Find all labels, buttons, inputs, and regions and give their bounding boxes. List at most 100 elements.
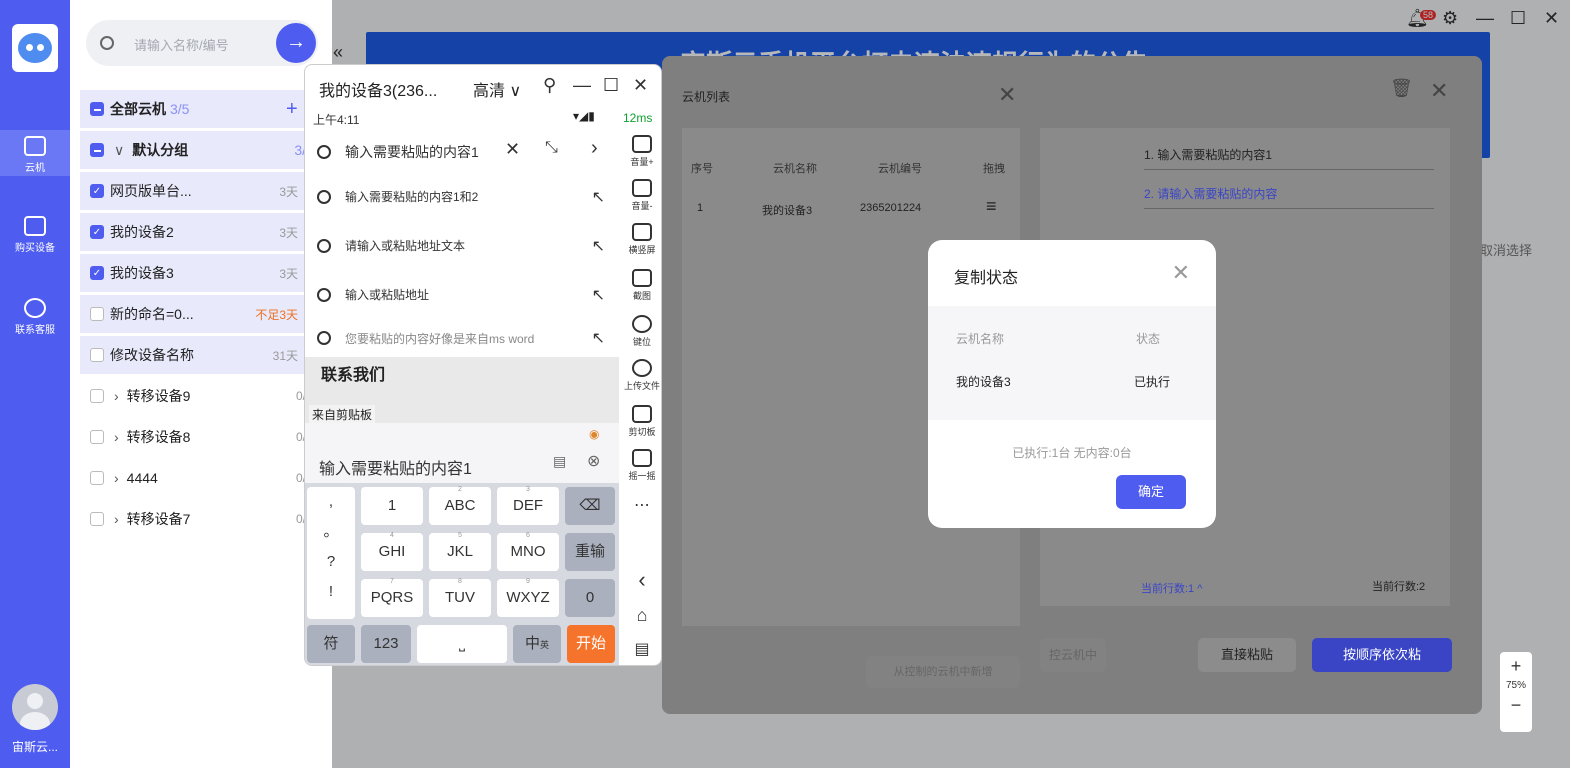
key[interactable]: 8 TUV: [429, 578, 491, 617]
checkbox[interactable]: [90, 307, 104, 321]
rail-item-support[interactable]: 联系客服: [0, 298, 70, 336]
zoom-out-icon[interactable]: −: [1500, 691, 1532, 719]
tool-upload[interactable]: 上传文件: [621, 359, 661, 392]
key[interactable]: 7 PQRS: [361, 578, 423, 617]
checkbox[interactable]: ✓: [90, 225, 104, 239]
reenter-key[interactable]: 重输: [565, 533, 615, 571]
partial-button[interactable]: 控云机中: [1040, 638, 1106, 672]
tool-volume-down[interactable]: 音量-: [621, 179, 661, 212]
key[interactable]: 9 WXYZ: [497, 578, 559, 617]
confirm-button[interactable]: 确定: [1116, 475, 1186, 509]
key[interactable]: 4 GHI: [361, 532, 423, 571]
key[interactable]: 6 MNO: [497, 532, 559, 571]
search-row[interactable]: 输入需要粘贴的内容1 ✕ ⤡ ›: [305, 127, 619, 176]
checkbox[interactable]: [90, 389, 104, 403]
trash-icon[interactable]: 🗑︎: [1390, 78, 1413, 99]
close-icon[interactable]: ✕: [633, 75, 648, 96]
zoom-in-icon[interactable]: +: [1500, 652, 1532, 680]
paste-direct-button[interactable]: 直接粘贴: [1198, 638, 1296, 672]
key[interactable]: ,: [307, 487, 355, 517]
start-key[interactable]: 开始: [567, 625, 615, 663]
close-icon[interactable]: ✕: [1430, 78, 1448, 104]
checkbox[interactable]: [90, 430, 104, 444]
avatar[interactable]: [12, 684, 58, 730]
arrow-up-left-icon[interactable]: ↖: [592, 236, 605, 256]
group-row[interactable]: › 转移设备9 0/: [80, 377, 310, 415]
clear-icon[interactable]: ✕: [505, 139, 520, 160]
chevron-right-icon[interactable]: ›: [591, 137, 598, 160]
expand-icon[interactable]: ⤡: [545, 139, 558, 157]
cancel-select-link[interactable]: 取消选择: [1480, 240, 1532, 259]
tool-rotate[interactable]: 横竖屏: [621, 223, 661, 256]
chevron-down-icon[interactable]: ∨: [114, 142, 124, 159]
close-icon[interactable]: ✕: [998, 82, 1016, 108]
search-go-button[interactable]: →: [276, 23, 316, 63]
key[interactable]: 5 JKL: [429, 532, 491, 571]
language-key[interactable]: 中英: [513, 625, 561, 663]
list-item[interactable]: ✓ 我的设备2 3天: [80, 213, 310, 251]
list-item[interactable]: 2. 请输入需要粘贴的内容: [1144, 185, 1434, 209]
list-item[interactable]: ✓ 网页版单台... 3天: [80, 172, 310, 210]
key[interactable]: 1: [361, 487, 423, 525]
zero-key[interactable]: 0: [565, 579, 615, 617]
tool-volume-up[interactable]: 音量+: [621, 135, 661, 168]
quality-select[interactable]: 高清 ∨: [473, 77, 521, 101]
checkbox[interactable]: ✓: [90, 266, 104, 280]
key[interactable]: 2 ABC: [429, 486, 491, 525]
group-row[interactable]: › 4444 0/: [80, 459, 310, 497]
recent-apps-icon[interactable]: ▤: [621, 639, 661, 659]
key[interactable]: !: [307, 577, 355, 607]
checkbox[interactable]: [90, 471, 104, 485]
symbol-key[interactable]: 符: [307, 625, 355, 663]
space-key[interactable]: ⎵: [417, 625, 507, 663]
list-item[interactable]: 修改设备名称 31天: [80, 336, 310, 374]
group-row[interactable]: › 转移设备8 0/: [80, 418, 310, 456]
delete-circle-icon[interactable]: ⊗: [587, 451, 600, 471]
key[interactable]: ?: [307, 547, 355, 577]
drag-handle-icon[interactable]: ≡: [986, 196, 997, 217]
backspace-key[interactable]: ⌫: [565, 487, 615, 525]
minimize-icon[interactable]: —: [573, 75, 591, 96]
chevron-right-icon[interactable]: ›: [114, 470, 119, 486]
chevron-right-icon[interactable]: ›: [114, 388, 119, 404]
key[interactable]: 3 DEF: [497, 486, 559, 525]
home-icon[interactable]: ⌂: [621, 605, 661, 626]
tool-clipboard[interactable]: 剪切板: [621, 405, 661, 438]
maximize-icon[interactable]: ☐: [603, 75, 619, 96]
paste-sequence-button[interactable]: 按顺序依次粘: [1312, 638, 1452, 672]
arrow-up-left-icon[interactable]: ↖: [592, 285, 605, 305]
rail-item-cloud[interactable]: 云机: [0, 130, 70, 176]
close-icon[interactable]: ✕: [1172, 260, 1190, 286]
list-item[interactable]: 1. 输入需要粘贴的内容1: [1144, 146, 1434, 170]
list-item[interactable]: 输入或粘贴地址 ↖: [305, 270, 619, 319]
search-input[interactable]: 请输入名称/编号: [134, 35, 229, 54]
all-devices-row[interactable]: 全部云机 3/5: [80, 90, 310, 128]
checkbox[interactable]: [90, 512, 104, 526]
pin-icon[interactable]: ⚲: [543, 75, 556, 96]
number-key[interactable]: 123: [361, 625, 411, 663]
add-from-control-button[interactable]: 从控制的云机中新增: [866, 656, 1020, 688]
group-row-default[interactable]: ∨ 默认分组 3/: [80, 131, 310, 169]
chevron-right-icon[interactable]: ›: [114, 429, 119, 445]
key[interactable]: 。: [307, 517, 355, 547]
group-row[interactable]: › 转移设备7 0/: [80, 500, 310, 538]
checkbox[interactable]: [90, 102, 104, 116]
list-item[interactable]: ✓ 我的设备3 3天: [80, 254, 310, 292]
back-icon[interactable]: ‹: [621, 567, 661, 593]
search-bar[interactable]: 请输入名称/编号 →: [86, 20, 318, 66]
list-item[interactable]: 输入需要粘贴的内容1和2 ↖: [305, 172, 619, 221]
arrow-up-left-icon[interactable]: ↖: [592, 328, 605, 348]
tool-keymap[interactable]: 键位: [621, 315, 661, 348]
list-item[interactable]: 您要粘贴的内容好像是来自ms word ↖: [305, 319, 619, 357]
tool-screenshot[interactable]: 截图: [621, 269, 661, 302]
checkbox[interactable]: [90, 348, 104, 362]
tool-shake[interactable]: 摇一摇: [621, 449, 661, 482]
current-rows-left[interactable]: 当前行数:1 ^: [1141, 580, 1202, 596]
chevron-right-icon[interactable]: ›: [114, 511, 119, 527]
clipboard-icon[interactable]: ▤: [553, 453, 566, 470]
list-item[interactable]: 新的命名=0... 不足3天: [80, 295, 310, 333]
list-item[interactable]: 请输入或粘贴地址文本 ↖: [305, 221, 619, 270]
more-icon[interactable]: ⋯: [621, 495, 661, 515]
phone-search-input[interactable]: 输入需要粘贴的内容1: [345, 142, 479, 162]
arrow-up-left-icon[interactable]: ↖: [592, 187, 605, 207]
